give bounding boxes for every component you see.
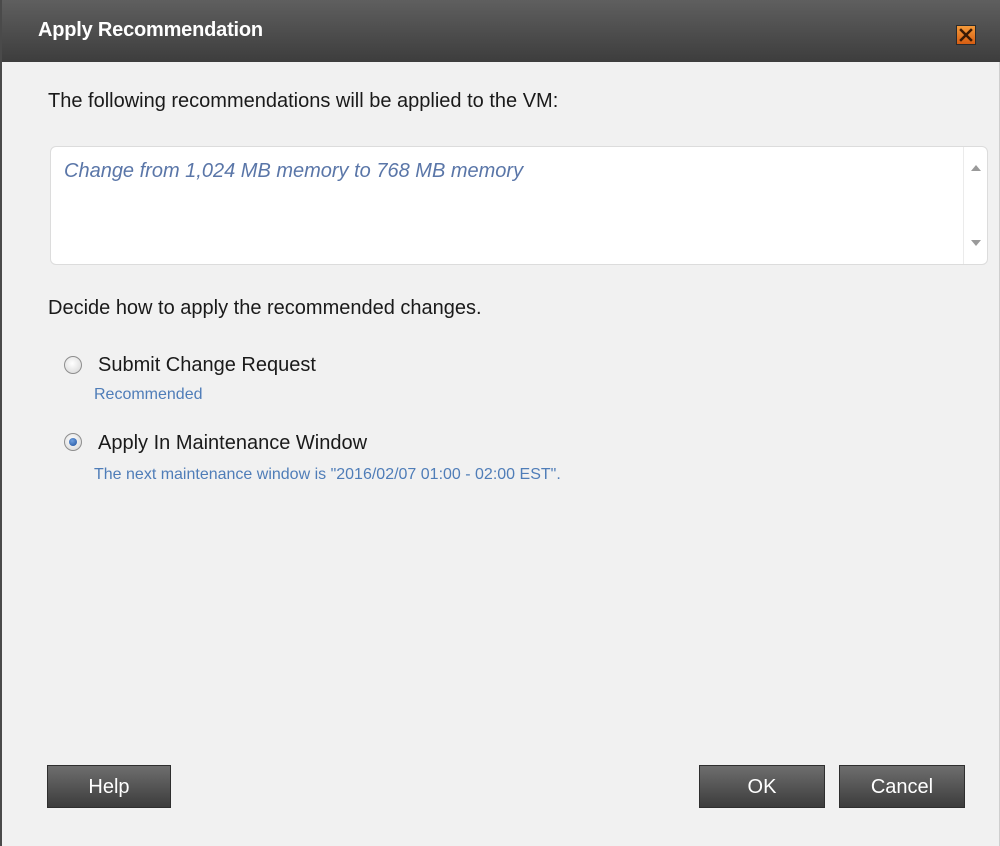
dialog-title: Apply Recommendation <box>38 19 263 41</box>
dialog-titlebar: Apply Recommendation <box>2 0 1000 62</box>
chevron-down-icon[interactable] <box>971 240 981 246</box>
submit-change-request-label[interactable]: Submit Change Request <box>98 354 316 377</box>
apply-recommendation-dialog: Apply Recommendation The following recom… <box>0 0 1000 846</box>
recommendation-list[interactable]: Change from 1,024 MB memory to 768 MB me… <box>50 146 988 265</box>
submit-change-request-radio[interactable] <box>64 356 82 374</box>
decide-heading: Decide how to apply the recommended chan… <box>48 297 482 319</box>
submit-change-request-note: Recommended <box>94 386 203 403</box>
close-icon <box>959 28 973 42</box>
close-button[interactable] <box>956 25 976 45</box>
recommendation-scrollbar[interactable] <box>963 147 987 264</box>
chevron-up-icon[interactable] <box>971 165 981 171</box>
maintenance-window-label[interactable]: Apply In Maintenance Window <box>98 432 367 455</box>
maintenance-window-note: The next maintenance window is "2016/02/… <box>94 466 561 483</box>
cancel-button[interactable]: Cancel <box>839 765 965 808</box>
intro-text: The following recommendations will be ap… <box>48 90 559 112</box>
maintenance-window-radio[interactable] <box>64 433 82 451</box>
help-button[interactable]: Help <box>47 765 171 808</box>
ok-button[interactable]: OK <box>699 765 825 808</box>
recommendation-item: Change from 1,024 MB memory to 768 MB me… <box>64 160 524 182</box>
